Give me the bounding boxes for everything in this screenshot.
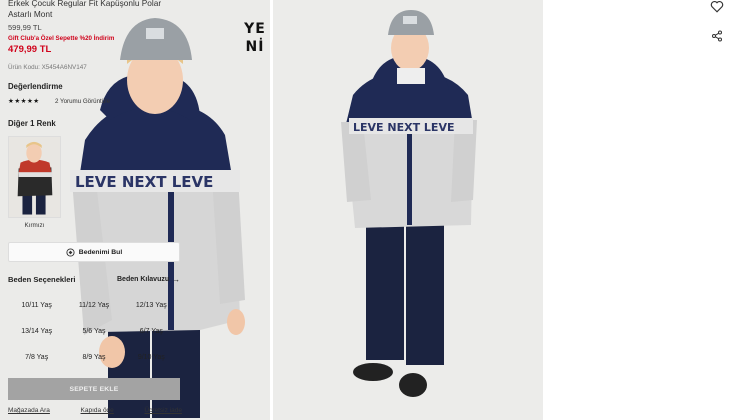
- color-swatch-red[interactable]: [8, 136, 61, 218]
- svg-text:LEVE NEXT LEVE: LEVE NEXT LEVE: [353, 121, 454, 134]
- pay-at-door-link[interactable]: Kapıda öde: [81, 407, 114, 414]
- size-option[interactable]: 12/13 Yaş: [123, 292, 180, 318]
- new-badge-line1: YE: [244, 21, 266, 37]
- size-option[interactable]: 13/14 Yaş: [8, 318, 65, 344]
- footer-links: Mağazada Ara Kapıda öde Ücretsiz iade: [8, 407, 182, 414]
- promo-text: Gift Club'a Özel Sepette %20 İndirim: [8, 35, 115, 42]
- free-return-link[interactable]: Ücretsiz iade: [144, 407, 182, 414]
- model-full-image: LEVE NEXT LEVE: [273, 0, 543, 420]
- find-my-size-label: Bedenimi Bul: [78, 248, 123, 256]
- color-swatch-image: [9, 137, 60, 217]
- size-options: 10/11 Yaş 11/12 Yaş 12/13 Yaş 13/14 Yaş …: [8, 292, 180, 370]
- old-price: 599,99 TL: [8, 23, 42, 32]
- rating-stars: ★★★★★: [8, 98, 40, 105]
- new-badge: YE Nİ: [244, 20, 266, 56]
- sale-price: 479,99 TL: [8, 44, 52, 55]
- share-icon[interactable]: [711, 30, 723, 42]
- size-option[interactable]: 8/9 Yaş: [65, 344, 122, 370]
- color-swatch-label: Kırmızı: [24, 222, 45, 229]
- arrow-right-icon: →: [172, 275, 181, 284]
- size-option[interactable]: 9/10 Yaş: [123, 344, 180, 370]
- other-colors-heading: Diğer 1 Renk: [8, 119, 56, 128]
- product-photo-full[interactable]: LEVE NEXT LEVE: [273, 0, 543, 420]
- heart-icon[interactable]: [710, 0, 724, 13]
- size-guide-label: Beden Kılavuzu: [117, 276, 170, 283]
- store-search-link[interactable]: Mağazada Ara: [8, 407, 50, 414]
- rating-heading: Değerlendirme: [8, 82, 63, 91]
- product-title: Erkek Çocuk Regular Fit Kapüşonlu Polar …: [8, 0, 162, 19]
- size-option[interactable]: 7/8 Yaş: [8, 344, 65, 370]
- add-to-cart-button[interactable]: SEPETE EKLE: [8, 378, 180, 400]
- size-options-heading: Beden Seçenekleri: [8, 275, 76, 284]
- product-info-panel: [543, 0, 730, 420]
- size-option[interactable]: 10/11 Yaş: [8, 292, 65, 318]
- size-guide-link[interactable]: Beden Kılavuzu →: [117, 275, 180, 284]
- new-badge-line2: Nİ: [245, 39, 265, 55]
- svg-text:LEVE NEXT LEVE: LEVE NEXT LEVE: [75, 173, 213, 191]
- size-option[interactable]: 6/7 Yaş: [123, 318, 180, 344]
- size-option[interactable]: 5/6 Yaş: [65, 318, 122, 344]
- size-finder-icon: [66, 247, 75, 257]
- view-reviews-link[interactable]: 2 Yorumu Görüntüle: [55, 98, 110, 105]
- size-option[interactable]: 11/12 Yaş: [65, 292, 122, 318]
- product-code: Ürün Kodu: X5454A6NV147: [8, 64, 87, 71]
- find-my-size-button[interactable]: Bedenimi Bul: [8, 242, 180, 262]
